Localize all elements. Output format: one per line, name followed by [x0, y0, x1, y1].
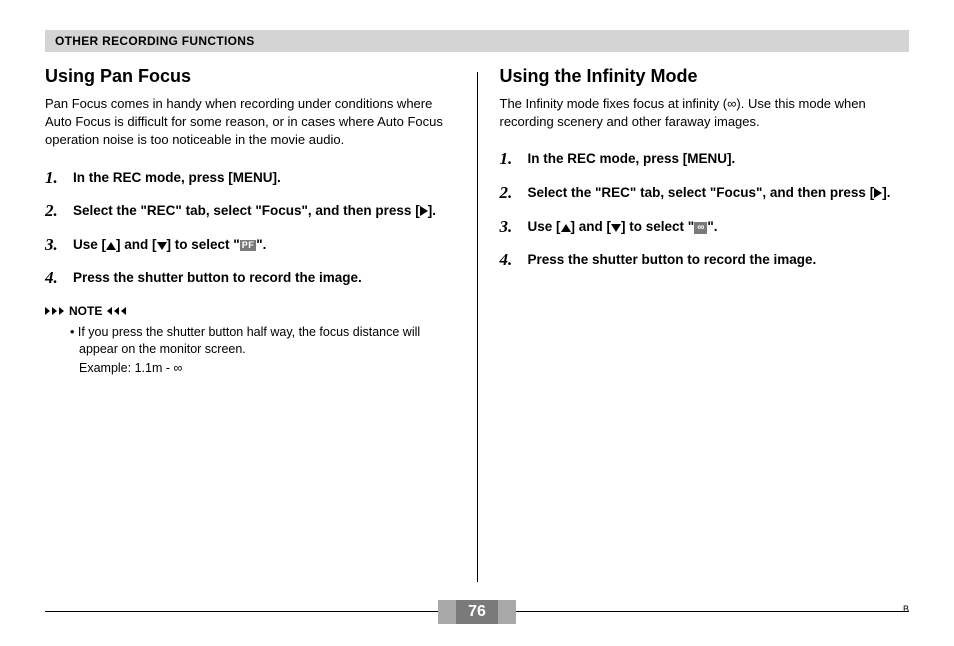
- left-intro: Pan Focus comes in handy when recording …: [45, 95, 455, 150]
- note-arrow-left-icon: [114, 307, 119, 315]
- left-step-3: Use [ ] and [ ] to select "PF".: [45, 235, 455, 255]
- note-arrow-left-icon: [107, 307, 112, 315]
- right-heading: Using the Infinity Mode: [500, 66, 910, 87]
- right-step-1: In the REC mode, press [MENU].: [500, 149, 910, 169]
- step-text: Use [: [528, 219, 561, 234]
- note-example: Example: 1.1m - ∞: [79, 360, 455, 378]
- note-block: NOTE If you press the shutter button hal…: [45, 304, 455, 378]
- note-arrow-right-icon: [59, 307, 64, 315]
- page-footer: 76 B: [0, 600, 954, 624]
- step-text: ] to select ": [167, 237, 240, 252]
- step-text: Select the "REC" tab, select "Focus", an…: [528, 185, 875, 200]
- step-text: ].: [882, 185, 890, 200]
- note-label: NOTE: [69, 304, 102, 318]
- section-header-text: OTHER RECORDING FUNCTIONS: [55, 34, 255, 48]
- triangle-up-icon: [561, 224, 571, 232]
- step-text: Press the shutter button to record the i…: [73, 270, 362, 285]
- intro-text: The Infinity mode fixes focus at infinit…: [500, 96, 728, 111]
- page-number: 76: [456, 600, 498, 624]
- step-text: ] to select ": [621, 219, 694, 234]
- right-step-2: Select the "REC" tab, select "Focus", an…: [500, 183, 910, 203]
- triangle-up-icon: [106, 242, 116, 250]
- note-arrow-right-icon: [45, 307, 50, 315]
- right-column: Using the Infinity Mode The Infinity mod…: [478, 66, 910, 582]
- step-text: ] and [: [571, 219, 612, 234]
- note-heading: NOTE: [45, 304, 455, 318]
- note-text: If you press the shutter button half way…: [78, 325, 420, 357]
- document-page: OTHER RECORDING FUNCTIONS Using Pan Focu…: [0, 0, 954, 646]
- right-steps: In the REC mode, press [MENU]. Select th…: [500, 149, 910, 269]
- triangle-down-icon: [611, 224, 621, 232]
- left-step-1: In the REC mode, press [MENU].: [45, 168, 455, 188]
- note-arrow-right-icon: [52, 307, 57, 315]
- step-text: ] and [: [116, 237, 157, 252]
- triangle-down-icon: [157, 242, 167, 250]
- infinity-symbol: ∞: [727, 96, 736, 111]
- triangle-right-icon: [874, 188, 882, 198]
- section-header: OTHER RECORDING FUNCTIONS: [45, 30, 909, 52]
- step-text: ".: [256, 237, 266, 252]
- two-column-layout: Using Pan Focus Pan Focus comes in handy…: [45, 66, 909, 582]
- left-step-4: Press the shutter button to record the i…: [45, 268, 455, 288]
- left-step-2: Select the "REC" tab, select "Focus", an…: [45, 201, 455, 221]
- note-arrow-left-icon: [121, 307, 126, 315]
- triangle-right-icon: [420, 206, 428, 216]
- footer-mark: B: [903, 604, 909, 614]
- step-text: Select the "REC" tab, select "Focus", an…: [73, 203, 420, 218]
- step-text: Use [: [73, 237, 106, 252]
- step-text: In the REC mode, press [MENU].: [528, 151, 736, 166]
- right-step-4: Press the shutter button to record the i…: [500, 250, 910, 270]
- left-steps: In the REC mode, press [MENU]. Select th…: [45, 168, 455, 288]
- step-text: Press the shutter button to record the i…: [528, 252, 817, 267]
- right-intro: The Infinity mode fixes focus at infinit…: [500, 95, 910, 131]
- infinity-icon: ∞: [694, 222, 707, 234]
- right-step-3: Use [ ] and [ ] to select "∞".: [500, 217, 910, 237]
- note-body: If you press the shutter button half way…: [45, 324, 455, 378]
- pf-icon: PF: [240, 240, 257, 251]
- left-heading: Using Pan Focus: [45, 66, 455, 87]
- step-text: ".: [707, 219, 717, 234]
- step-text: In the REC mode, press [MENU].: [73, 170, 281, 185]
- left-column: Using Pan Focus Pan Focus comes in handy…: [45, 66, 477, 582]
- step-text: ].: [428, 203, 436, 218]
